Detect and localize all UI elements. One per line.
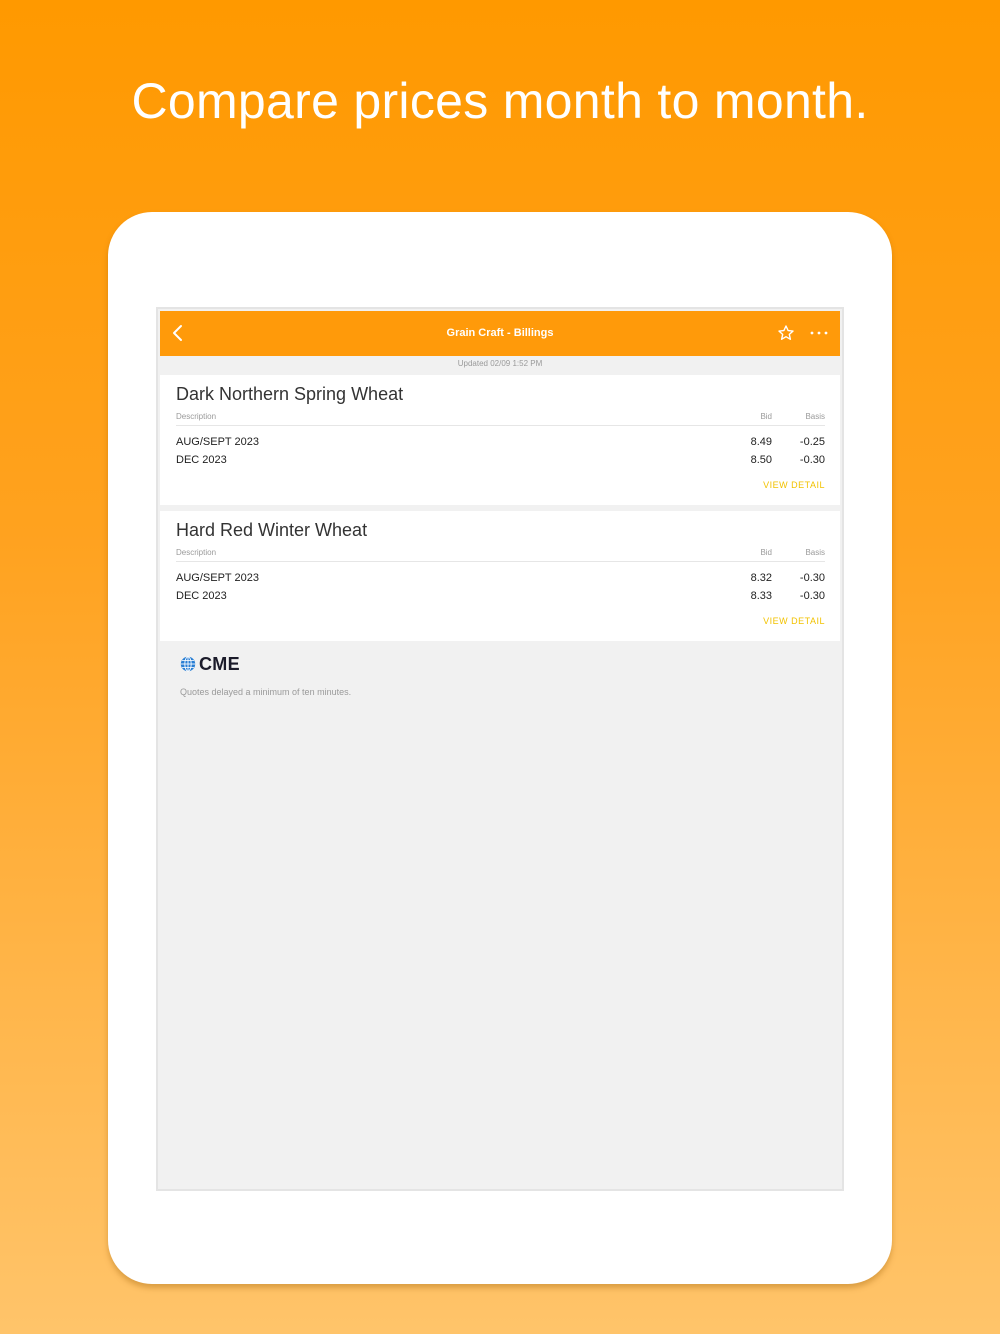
row-basis: -0.30 [799,590,825,602]
more-icon [810,331,828,335]
cme-globe-icon [180,656,196,672]
row-basis: -0.25 [799,436,825,448]
view-detail-link[interactable]: VIEW DETAIL [763,616,825,626]
back-button[interactable] [168,322,188,344]
navbar: Grain Craft - Billings [160,311,840,356]
view-detail-link[interactable]: VIEW DETAIL [763,480,825,490]
row-bid: 8.32 [750,572,772,584]
table-row: AUG/SEPT 2023 8.32 -0.30 [176,572,825,588]
row-bid: 8.50 [750,454,772,466]
quote-delay-disclaimer: Quotes delayed a minimum of ten minutes. [180,687,352,697]
cme-logo: CME [180,654,240,674]
tablet-frame: Grain Craft - Billings Updated 02/09 1:5… [108,212,892,1284]
cme-logo-text: CME [199,653,240,674]
more-options-button[interactable] [808,323,830,343]
row-basis: -0.30 [799,454,825,466]
column-header-bid: Bid [760,412,772,421]
row-description: AUG/SEPT 2023 [176,436,259,448]
row-basis: -0.30 [799,572,825,584]
row-description: DEC 2023 [176,454,227,466]
page-title: Grain Craft - Billings [446,327,554,339]
table-row: AUG/SEPT 2023 8.49 -0.25 [176,436,825,452]
favorite-button[interactable] [776,323,796,343]
headline: Compare prices month to month. [131,73,869,129]
row-bid: 8.33 [750,590,772,602]
star-icon [778,325,794,340]
divider [176,561,825,562]
column-header-bid: Bid [760,548,772,557]
bid-card-hard-red-winter-wheat: Hard Red Winter Wheat Description Bid Ba… [160,511,840,641]
bid-card-dark-northern-spring-wheat: Dark Northern Spring Wheat Description B… [160,375,840,505]
row-description: AUG/SEPT 2023 [176,572,259,584]
card-title: Dark Northern Spring Wheat [176,384,404,404]
back-chevron-icon [173,325,182,341]
card-title: Hard Red Winter Wheat [176,520,368,540]
updated-timestamp: Updated 02/09 1:52 PM [457,359,543,368]
column-header-basis: Basis [805,548,825,557]
table-row: DEC 2023 8.50 -0.30 [176,454,825,470]
column-header-description: Description [176,548,217,557]
row-description: DEC 2023 [176,590,227,602]
column-header-basis: Basis [805,412,825,421]
table-row: DEC 2023 8.33 -0.30 [176,590,825,606]
app-screen: Grain Craft - Billings Updated 02/09 1:5… [156,307,844,1191]
column-header-description: Description [176,412,217,421]
row-bid: 8.49 [750,436,772,448]
divider [176,425,825,426]
